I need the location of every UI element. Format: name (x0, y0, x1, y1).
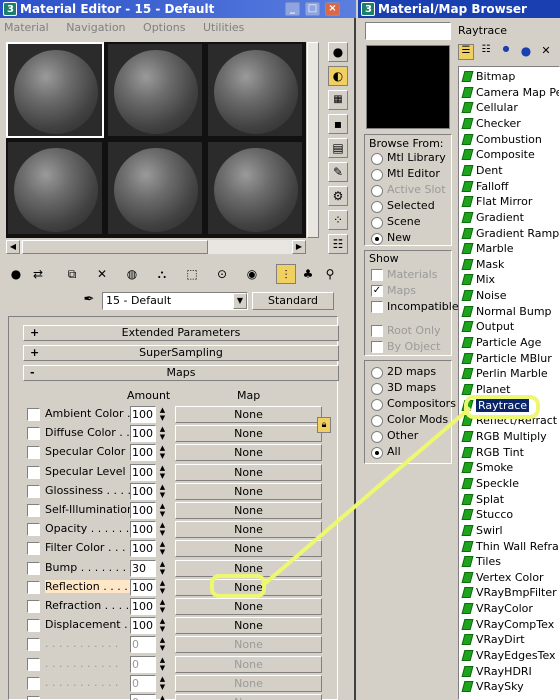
annotation-connector (260, 406, 472, 588)
annotation-box-raytrace (464, 395, 540, 419)
annotation-box-reflection (210, 574, 266, 598)
annotation-overlay (210, 395, 540, 598)
